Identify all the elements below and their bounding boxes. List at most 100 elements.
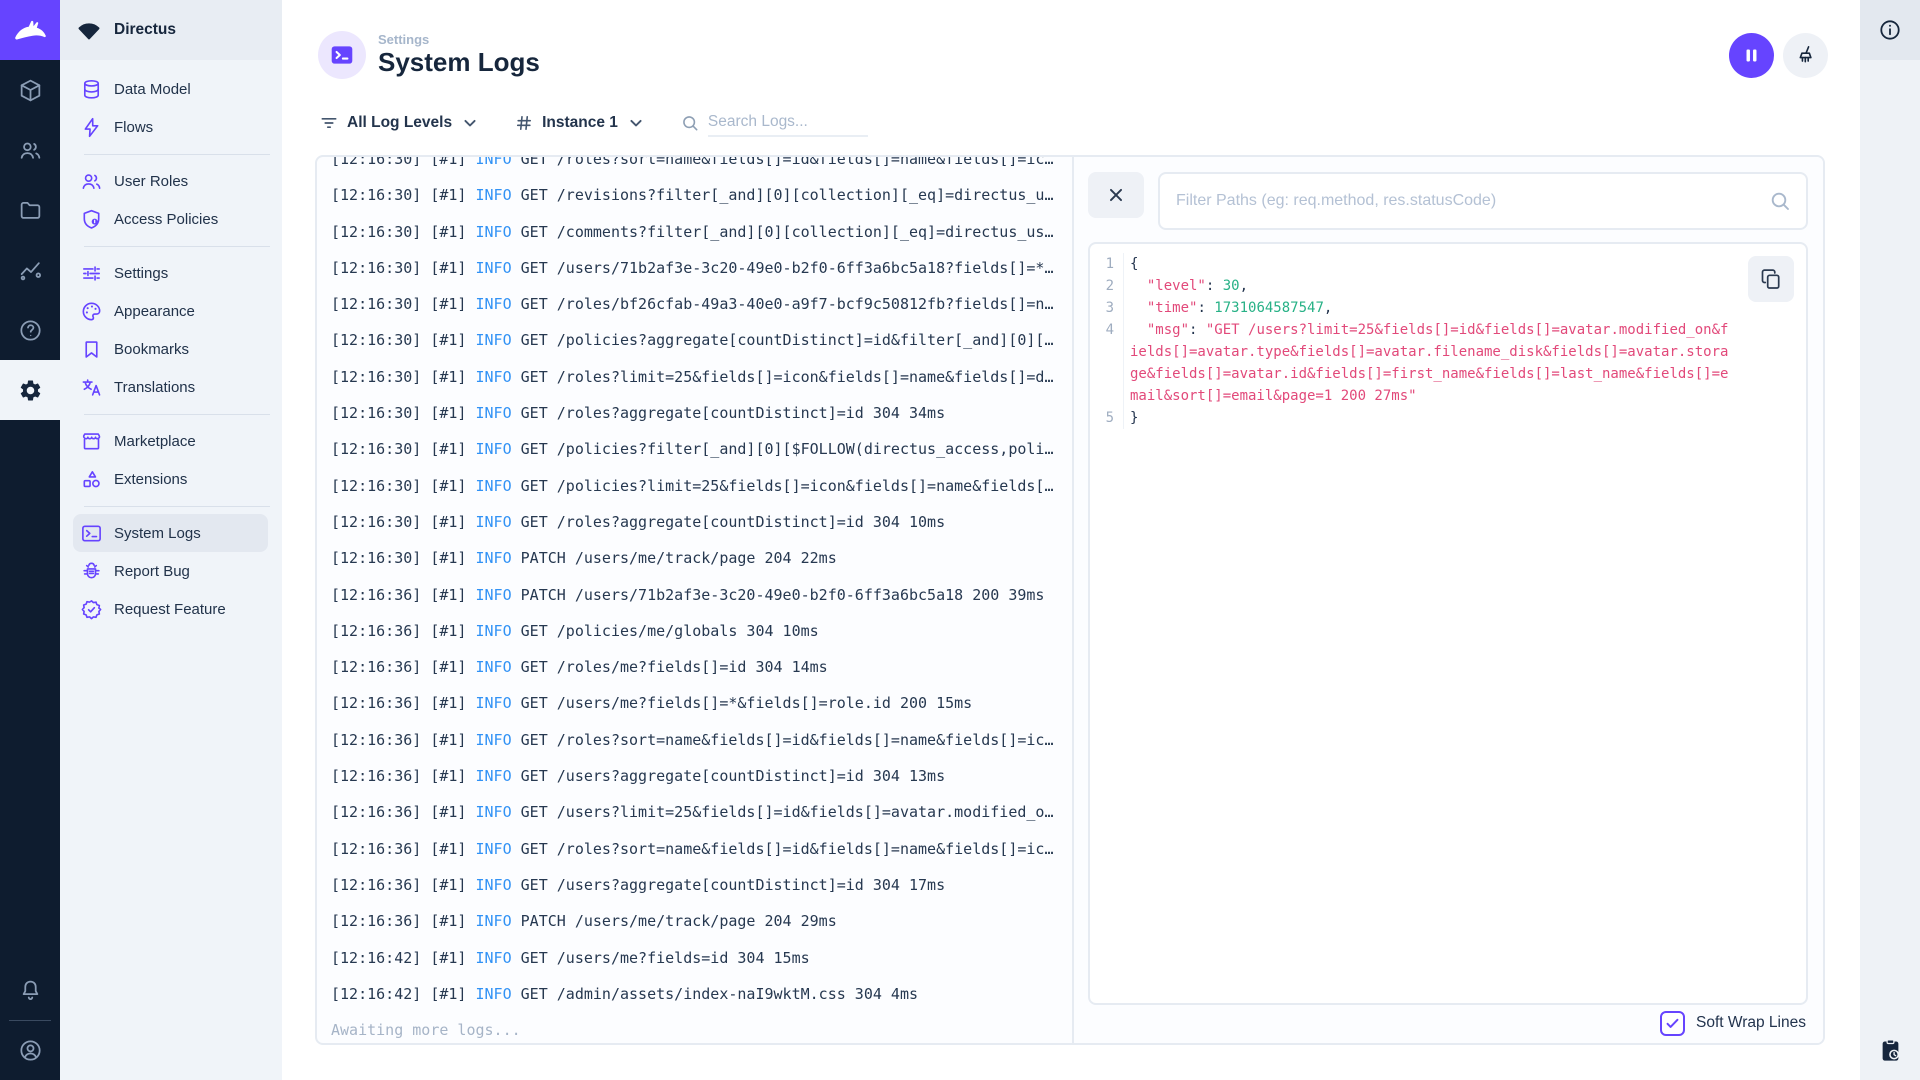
user-menu-button[interactable] [0,1021,60,1080]
log-message: GET /policies?aggregate[countDistinct]=i… [511,331,1054,350]
nav-item-label: Settings [114,264,169,282]
instance-filter[interactable]: Instance 1 [514,113,646,133]
nav-item-user-roles[interactable]: User Roles [73,162,268,200]
log-message: GET /users/me?fields[]=*&fields[]=role.i… [511,694,973,713]
log-row[interactable]: [12:16:36] [#1] INFO GET /users?aggregat… [331,758,1072,794]
log-message: GET /policies/me/globals 304 10ms [511,621,819,640]
log-meta: [12:16:30] [#1] [331,186,476,205]
log-row[interactable]: [12:16:30] [#1] INFO GET /roles?aggregat… [331,395,1072,431]
log-row[interactable]: [12:16:30] [#1] INFO GET /roles/bf26cfab… [331,286,1072,322]
search-logs-input[interactable] [707,109,868,137]
nav-item-label: User Roles [114,172,189,190]
terminal-icon [80,522,103,545]
log-row[interactable]: [12:16:42] [#1] INFO GET /users/me?field… [331,940,1072,976]
nav-item-settings[interactable]: Settings [73,254,268,292]
log-row[interactable]: [12:16:42] [#1] INFO GET /admin/assets/i… [331,976,1072,1012]
clipboard-button[interactable] [1860,1037,1920,1064]
verified-icon [80,598,103,621]
log-meta: [12:16:30] [#1] [331,157,476,168]
log-row[interactable]: [12:16:30] [#1] INFO GET /comments?filte… [331,214,1072,250]
nav-item-system-logs[interactable]: System Logs [73,514,268,552]
nav-item-translations[interactable]: Translations [73,368,268,406]
log-message: GET /users/me?fields=id 304 15ms [511,948,810,967]
log-row[interactable]: [12:16:36] [#1] INFO GET /users?limit=25… [331,794,1072,830]
log-row[interactable]: [12:16:30] [#1] INFO PATCH /users/me/tra… [331,540,1072,576]
log-message: GET /users?aggregate[countDistinct]=id 3… [511,875,946,894]
line-number: 3 [1090,297,1124,319]
nav-item-extensions[interactable]: Extensions [73,460,268,498]
nav-item-flows[interactable]: Flows [73,108,268,146]
directus-logo[interactable] [0,0,60,60]
logs-container: [12:16:30] [#1] INFO GET /roles?sort=nam… [315,155,1825,1045]
breadcrumb[interactable]: Settings [378,32,540,47]
line-content: { [1130,256,1139,272]
nav-item-report-bug[interactable]: Report Bug [73,552,268,590]
log-json-viewer[interactable]: 1 { 2 "level": 30, 3 "time": 17310645875… [1088,242,1808,1005]
clear-logs-button[interactable] [1783,33,1828,78]
log-row[interactable]: [12:16:36] [#1] INFO GET /roles/me?field… [331,649,1072,685]
search-icon [680,113,700,133]
filter-icon [319,113,339,133]
log-row[interactable]: [12:16:30] [#1] INFO GET /roles?aggregat… [331,504,1072,540]
filter-paths-input[interactable] [1176,192,1768,210]
soft-wrap-checkbox[interactable] [1660,1010,1685,1036]
nav-item-bookmarks[interactable]: Bookmarks [73,330,268,368]
log-row[interactable]: [12:16:36] [#1] INFO GET /roles?sort=nam… [331,831,1072,867]
log-row[interactable]: [12:16:30] [#1] INFO GET /revisions?filt… [331,177,1072,213]
log-meta: [12:16:30] [#1] [331,512,476,531]
pause-logs-button[interactable] [1729,33,1774,78]
nav-item-data-model[interactable]: Data Model [73,70,268,108]
nav-item-appearance[interactable]: Appearance [73,292,268,330]
module-files[interactable] [0,180,60,240]
info-sidebar-button[interactable] [1860,0,1920,60]
module-bar [0,0,60,1080]
log-row[interactable]: [12:16:30] [#1] INFO GET /roles?limit=25… [331,359,1072,395]
log-row[interactable]: [12:16:36] [#1] INFO PATCH /users/71b2af… [331,577,1072,613]
nav-item-request-feature[interactable]: Request Feature [73,590,268,628]
hash-icon [514,113,534,133]
module-insights[interactable] [0,240,60,300]
clipboard-clock-icon [1877,1037,1904,1064]
log-meta: [12:16:36] [#1] [331,730,476,749]
log-row[interactable]: [12:16:30] [#1] INFO GET /policies?aggre… [331,322,1072,358]
notifications-button[interactable] [0,961,60,1020]
log-level: INFO [475,767,512,786]
log-row[interactable]: [12:16:36] [#1] INFO GET /users?aggregat… [331,867,1072,903]
log-row[interactable]: [12:16:30] [#1] INFO GET /roles?sort=nam… [331,157,1072,177]
nav-item-access-policies[interactable]: Access Policies [73,200,268,238]
nav-item-label: Extensions [114,470,188,488]
log-message: PATCH /users/me/track/page 204 29ms [511,912,837,931]
module-users[interactable] [0,120,60,180]
log-row[interactable]: [12:16:36] [#1] INFO GET /policies/me/gl… [331,613,1072,649]
line-content: "msg": "GET /users?limit=25&fields[]=id&… [1130,322,1729,404]
log-meta: [12:16:30] [#1] [331,331,476,350]
log-row[interactable]: [12:16:30] [#1] INFO GET /users/71b2af3e… [331,250,1072,286]
log-message: PATCH /users/71b2af3e-3c20-49e0-b2f0-6ff… [511,585,1045,604]
log-row[interactable]: [12:16:36] [#1] INFO PATCH /users/me/tra… [331,903,1072,939]
log-level: INFO [475,512,512,531]
log-level-filter[interactable]: All Log Levels [319,113,480,133]
log-row[interactable]: [12:16:30] [#1] INFO GET /policies?filte… [331,431,1072,467]
log-detail-panel: 1 { 2 "level": 30, 3 "time": 17310645875… [1074,157,1823,1043]
gear-icon [18,378,43,403]
log-level: INFO [475,440,512,459]
module-settings[interactable] [0,360,60,420]
nav-item-label: Translations [114,378,196,396]
copy-json-button[interactable] [1748,256,1794,302]
nav-item-marketplace[interactable]: Marketplace [73,422,268,460]
log-message: GET /roles?sort=name&fields[]=id&fields[… [511,730,1054,749]
log-row[interactable]: [12:16:30] [#1] INFO GET /policies?limit… [331,468,1072,504]
module-content[interactable] [0,60,60,120]
log-message: GET /comments?filter[_and][0][collection… [511,222,1054,241]
log-row[interactable]: [12:16:36] [#1] INFO GET /users/me?field… [331,685,1072,721]
log-meta: [12:16:30] [#1] [331,258,476,277]
log-row[interactable]: [12:16:36] [#1] INFO GET /roles?sort=nam… [331,722,1072,758]
nav-divider [84,498,270,514]
log-level: INFO [475,222,512,241]
close-detail-button[interactable] [1088,172,1144,218]
project-chip[interactable]: Directus [60,0,282,60]
check-icon [1664,1015,1681,1032]
log-list[interactable]: [12:16:30] [#1] INFO GET /roles?sort=nam… [317,157,1074,1043]
log-toolbar: All Log Levels Instance 1 [319,106,868,140]
module-docs[interactable] [0,300,60,360]
